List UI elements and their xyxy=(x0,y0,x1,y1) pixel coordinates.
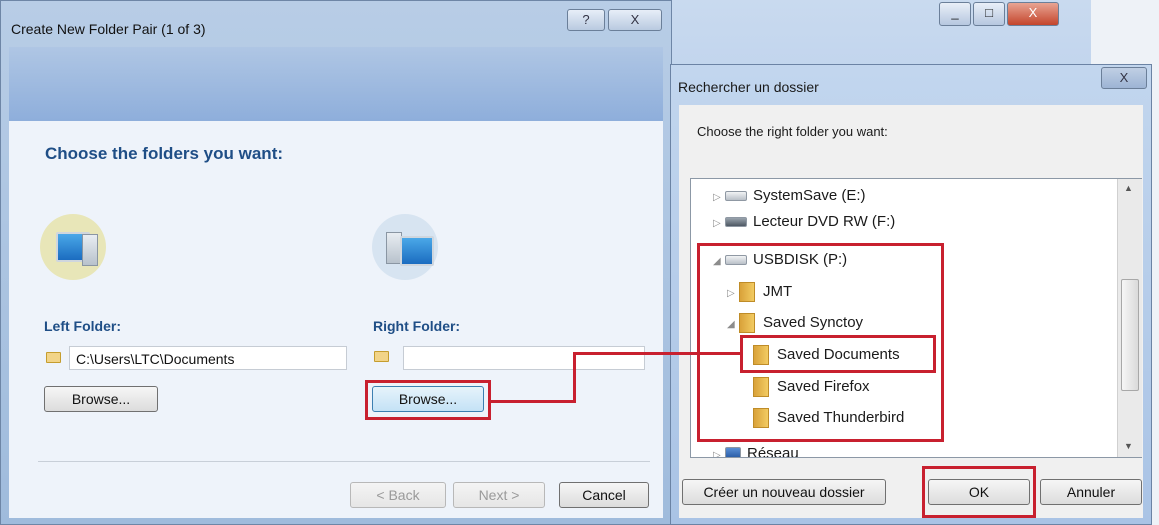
scroll-thumb[interactable] xyxy=(1121,279,1139,391)
page-heading: Choose the folders you want: xyxy=(45,144,284,163)
connector-line xyxy=(573,352,741,355)
new-folder-button[interactable]: Créer un nouveau dossier xyxy=(682,479,886,505)
connector-line xyxy=(491,400,575,403)
tree-item-systemsave[interactable]: ▷ SystemSave (E:) xyxy=(713,183,866,209)
expand-arrow-icon[interactable]: ▷ xyxy=(713,443,725,457)
browse-prompt: Choose the right folder you want: xyxy=(697,124,888,139)
highlight-saved-documents xyxy=(740,335,936,373)
left-folder-icon xyxy=(46,352,61,363)
connector-line xyxy=(573,352,576,403)
expand-arrow-icon[interactable]: ▷ xyxy=(713,211,725,237)
scroll-down-icon[interactable]: ▼ xyxy=(1124,441,1133,451)
drive-icon xyxy=(725,191,747,202)
footer-separator xyxy=(38,461,650,462)
close-button[interactable]: X xyxy=(1007,2,1059,26)
tree-item-label: Réseau xyxy=(747,445,799,458)
left-folder-path-field[interactable]: C:\Users\LTC\Documents xyxy=(69,346,347,370)
tree-item-network[interactable]: ▷ Réseau xyxy=(713,441,799,458)
tree-item-label: Lecteur DVD RW (F:) xyxy=(753,213,896,230)
wizard-header-band xyxy=(9,47,663,121)
scroll-up-icon[interactable]: ▲ xyxy=(1124,183,1133,193)
help-button[interactable]: ? xyxy=(567,9,605,31)
right-browse-button[interactable]: Browse... xyxy=(372,386,484,412)
dialog-close-button[interactable]: X xyxy=(608,9,662,31)
right-folder-label: Right Folder: xyxy=(373,318,461,334)
tree-item-dvd[interactable]: ▷ Lecteur DVD RW (F:) xyxy=(713,209,895,235)
maximize-button[interactable]: □ xyxy=(973,2,1005,26)
annuler-button[interactable]: Annuler xyxy=(1040,479,1142,505)
left-browse-button[interactable]: Browse... xyxy=(44,386,158,412)
browse-dialog-title: Rechercher un dossier xyxy=(678,79,819,95)
back-button[interactable]: < Back xyxy=(350,482,446,508)
expand-arrow-icon[interactable]: ▷ xyxy=(713,185,725,211)
minimize-button[interactable]: _ xyxy=(939,2,971,26)
left-computer-icon xyxy=(40,214,106,280)
right-folder-icon xyxy=(374,351,389,362)
right-computer-icon xyxy=(372,214,438,280)
browse-close-button[interactable]: X xyxy=(1101,67,1147,89)
right-folder-path-field[interactable] xyxy=(403,346,645,370)
network-icon xyxy=(725,447,741,457)
left-folder-label: Left Folder: xyxy=(44,318,121,334)
dvd-drive-icon xyxy=(725,217,747,228)
tree-scrollbar[interactable]: ▲ ▼ xyxy=(1117,179,1142,457)
ok-button[interactable]: OK xyxy=(928,479,1030,505)
cancel-button[interactable]: Cancel xyxy=(559,482,649,508)
next-button[interactable]: Next > xyxy=(453,482,545,508)
tree-item-label: SystemSave (E:) xyxy=(753,187,866,204)
dialog-title: Create New Folder Pair (1 of 3) xyxy=(11,21,206,37)
